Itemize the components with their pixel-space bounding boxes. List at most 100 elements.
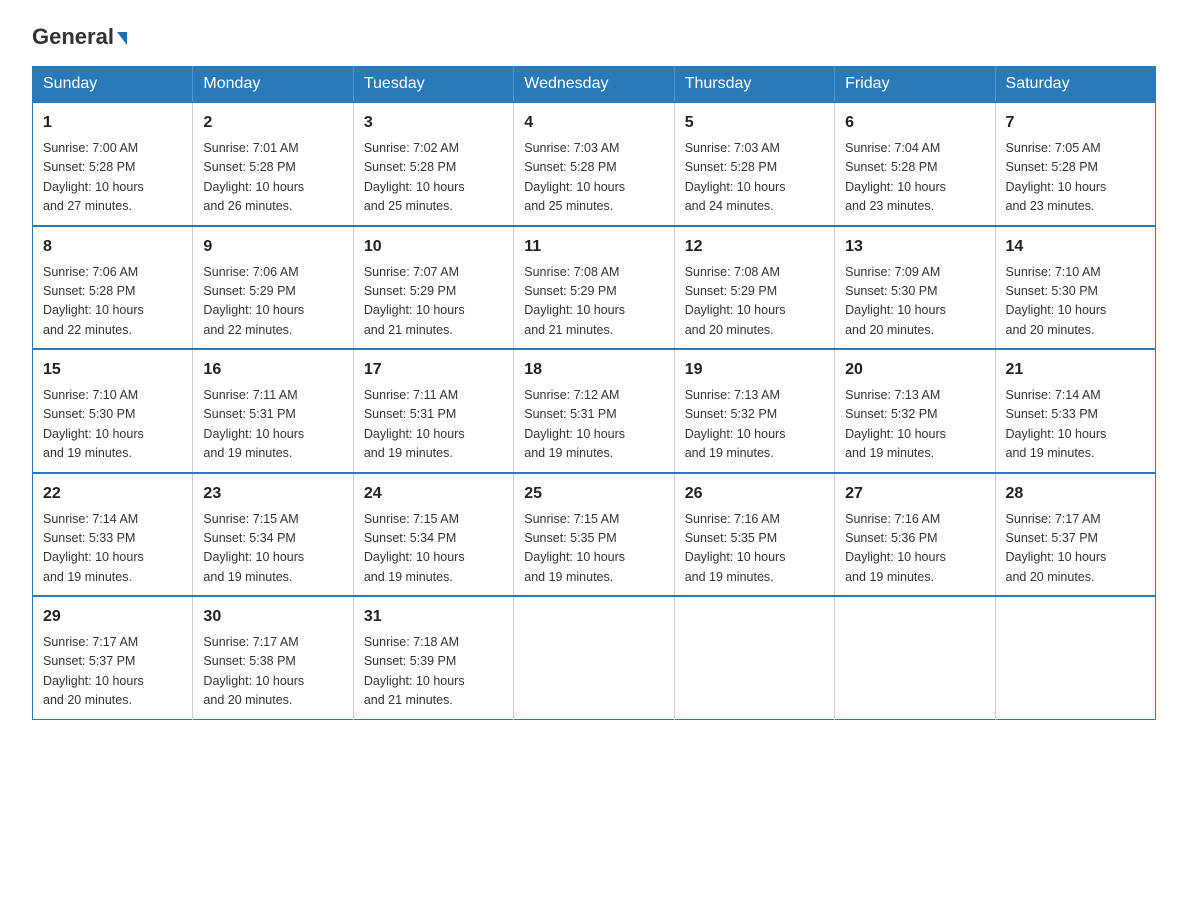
day-info: Sunrise: 7:04 AM Sunset: 5:28 PM Dayligh… — [845, 139, 984, 217]
calendar-day-cell: 12 Sunrise: 7:08 AM Sunset: 5:29 PM Dayli… — [674, 226, 834, 350]
calendar-week-row: 1Sunrise: 7:00 AM Sunset: 5:28 PM Daylig… — [33, 102, 1156, 226]
calendar-day-cell: 8 Sunrise: 7:06 AM Sunset: 5:28 PM Daylig… — [33, 226, 193, 350]
day-info: Sunrise: 7:03 AM Sunset: 5:28 PM Dayligh… — [524, 139, 663, 217]
day-info: Sunrise: 7:18 AM Sunset: 5:39 PM Dayligh… — [364, 633, 503, 711]
day-info: Sunrise: 7:06 AM Sunset: 5:29 PM Dayligh… — [203, 263, 342, 341]
day-info: Sunrise: 7:02 AM Sunset: 5:28 PM Dayligh… — [364, 139, 503, 217]
day-number: 7 — [1006, 111, 1145, 135]
day-info: Sunrise: 7:00 AM Sunset: 5:28 PM Dayligh… — [43, 139, 182, 217]
day-number: 2 — [203, 111, 342, 135]
day-number: 8 — [43, 235, 182, 259]
calendar-week-row: 22 Sunrise: 7:14 AM Sunset: 5:33 PM Dayli… — [33, 473, 1156, 597]
calendar-day-cell: 2 Sunrise: 7:01 AM Sunset: 5:28 PM Daylig… — [193, 102, 353, 226]
calendar-day-cell: 4 Sunrise: 7:03 AM Sunset: 5:28 PM Daylig… — [514, 102, 674, 226]
day-number: 11 — [524, 235, 663, 259]
day-number: 13 — [845, 235, 984, 259]
day-info: Sunrise: 7:16 AM Sunset: 5:35 PM Dayligh… — [685, 510, 824, 588]
calendar-day-cell: 30 Sunrise: 7:17 AM Sunset: 5:38 PM Dayli… — [193, 596, 353, 719]
weekday-header-tuesday: Tuesday — [353, 67, 513, 103]
day-info: Sunrise: 7:17 AM Sunset: 5:37 PM Dayligh… — [1006, 510, 1145, 588]
calendar-table: SundayMondayTuesdayWednesdayThursdayFrid… — [32, 66, 1156, 720]
calendar-header: SundayMondayTuesdayWednesdayThursdayFrid… — [33, 67, 1156, 103]
calendar-day-cell: 10Sunrise: 7:07 AM Sunset: 5:29 PM Dayli… — [353, 226, 513, 350]
calendar-day-cell: 31Sunrise: 7:18 AM Sunset: 5:39 PM Dayli… — [353, 596, 513, 719]
calendar-day-cell: 13 Sunrise: 7:09 AM Sunset: 5:30 PM Dayli… — [835, 226, 995, 350]
weekday-header-wednesday: Wednesday — [514, 67, 674, 103]
day-info: Sunrise: 7:15 AM Sunset: 5:34 PM Dayligh… — [203, 510, 342, 588]
day-number: 19 — [685, 358, 824, 382]
day-info: Sunrise: 7:13 AM Sunset: 5:32 PM Dayligh… — [685, 386, 824, 464]
day-number: 16 — [203, 358, 342, 382]
calendar-day-cell — [674, 596, 834, 719]
day-number: 14 — [1006, 235, 1145, 259]
calendar-day-cell: 16 Sunrise: 7:11 AM Sunset: 5:31 PM Dayli… — [193, 349, 353, 473]
day-info: Sunrise: 7:10 AM Sunset: 5:30 PM Dayligh… — [1006, 263, 1145, 341]
day-number: 20 — [845, 358, 984, 382]
calendar-day-cell — [995, 596, 1155, 719]
day-number: 25 — [524, 482, 663, 506]
day-info: Sunrise: 7:15 AM Sunset: 5:35 PM Dayligh… — [524, 510, 663, 588]
calendar-week-row: 8 Sunrise: 7:06 AM Sunset: 5:28 PM Daylig… — [33, 226, 1156, 350]
day-number: 24 — [364, 482, 503, 506]
calendar-day-cell: 15 Sunrise: 7:10 AM Sunset: 5:30 PM Dayli… — [33, 349, 193, 473]
day-number: 6 — [845, 111, 984, 135]
day-number: 22 — [43, 482, 182, 506]
day-number: 17 — [364, 358, 503, 382]
calendar-day-cell — [514, 596, 674, 719]
day-info: Sunrise: 7:08 AM Sunset: 5:29 PM Dayligh… — [524, 263, 663, 341]
calendar-day-cell: 19 Sunrise: 7:13 AM Sunset: 5:32 PM Dayli… — [674, 349, 834, 473]
calendar-day-cell: 22 Sunrise: 7:14 AM Sunset: 5:33 PM Dayli… — [33, 473, 193, 597]
day-info: Sunrise: 7:11 AM Sunset: 5:31 PM Dayligh… — [203, 386, 342, 464]
day-info: Sunrise: 7:09 AM Sunset: 5:30 PM Dayligh… — [845, 263, 984, 341]
weekday-header-row: SundayMondayTuesdayWednesdayThursdayFrid… — [33, 67, 1156, 103]
calendar-day-cell: 21Sunrise: 7:14 AM Sunset: 5:33 PM Dayli… — [995, 349, 1155, 473]
day-number: 15 — [43, 358, 182, 382]
calendar-day-cell: 23 Sunrise: 7:15 AM Sunset: 5:34 PM Dayli… — [193, 473, 353, 597]
day-info: Sunrise: 7:11 AM Sunset: 5:31 PM Dayligh… — [364, 386, 503, 464]
day-number: 18 — [524, 358, 663, 382]
day-number: 23 — [203, 482, 342, 506]
calendar-day-cell: 25 Sunrise: 7:15 AM Sunset: 5:35 PM Dayli… — [514, 473, 674, 597]
weekday-header-saturday: Saturday — [995, 67, 1155, 103]
day-info: Sunrise: 7:17 AM Sunset: 5:37 PM Dayligh… — [43, 633, 182, 711]
day-number: 12 — [685, 235, 824, 259]
calendar-day-cell: 6 Sunrise: 7:04 AM Sunset: 5:28 PM Daylig… — [835, 102, 995, 226]
calendar-day-cell: 1Sunrise: 7:00 AM Sunset: 5:28 PM Daylig… — [33, 102, 193, 226]
weekday-header-friday: Friday — [835, 67, 995, 103]
day-info: Sunrise: 7:17 AM Sunset: 5:38 PM Dayligh… — [203, 633, 342, 711]
weekday-header-monday: Monday — [193, 67, 353, 103]
day-number: 29 — [43, 605, 182, 629]
day-number: 26 — [685, 482, 824, 506]
calendar-day-cell: 3Sunrise: 7:02 AM Sunset: 5:28 PM Daylig… — [353, 102, 513, 226]
calendar-week-row: 15 Sunrise: 7:10 AM Sunset: 5:30 PM Dayli… — [33, 349, 1156, 473]
calendar-day-cell: 24 Sunrise: 7:15 AM Sunset: 5:34 PM Dayli… — [353, 473, 513, 597]
logo-line1: General — [32, 24, 127, 50]
day-info: Sunrise: 7:07 AM Sunset: 5:29 PM Dayligh… — [364, 263, 503, 341]
day-info: Sunrise: 7:05 AM Sunset: 5:28 PM Dayligh… — [1006, 139, 1145, 217]
day-number: 28 — [1006, 482, 1145, 506]
day-number: 4 — [524, 111, 663, 135]
calendar-day-cell: 5Sunrise: 7:03 AM Sunset: 5:28 PM Daylig… — [674, 102, 834, 226]
calendar-day-cell: 26 Sunrise: 7:16 AM Sunset: 5:35 PM Dayli… — [674, 473, 834, 597]
calendar-day-cell — [835, 596, 995, 719]
day-info: Sunrise: 7:13 AM Sunset: 5:32 PM Dayligh… — [845, 386, 984, 464]
calendar-week-row: 29 Sunrise: 7:17 AM Sunset: 5:37 PM Dayli… — [33, 596, 1156, 719]
day-info: Sunrise: 7:03 AM Sunset: 5:28 PM Dayligh… — [685, 139, 824, 217]
day-info: Sunrise: 7:06 AM Sunset: 5:28 PM Dayligh… — [43, 263, 182, 341]
day-info: Sunrise: 7:16 AM Sunset: 5:36 PM Dayligh… — [845, 510, 984, 588]
day-info: Sunrise: 7:08 AM Sunset: 5:29 PM Dayligh… — [685, 263, 824, 341]
calendar-day-cell: 7 Sunrise: 7:05 AM Sunset: 5:28 PM Daylig… — [995, 102, 1155, 226]
calendar-day-cell: 27 Sunrise: 7:16 AM Sunset: 5:36 PM Dayli… — [835, 473, 995, 597]
calendar-day-cell: 11 Sunrise: 7:08 AM Sunset: 5:29 PM Dayli… — [514, 226, 674, 350]
day-info: Sunrise: 7:14 AM Sunset: 5:33 PM Dayligh… — [43, 510, 182, 588]
weekday-header-thursday: Thursday — [674, 67, 834, 103]
calendar-day-cell: 9Sunrise: 7:06 AM Sunset: 5:29 PM Daylig… — [193, 226, 353, 350]
day-number: 30 — [203, 605, 342, 629]
day-number: 27 — [845, 482, 984, 506]
day-info: Sunrise: 7:01 AM Sunset: 5:28 PM Dayligh… — [203, 139, 342, 217]
calendar-day-cell: 17 Sunrise: 7:11 AM Sunset: 5:31 PM Dayli… — [353, 349, 513, 473]
day-info: Sunrise: 7:15 AM Sunset: 5:34 PM Dayligh… — [364, 510, 503, 588]
day-info: Sunrise: 7:10 AM Sunset: 5:30 PM Dayligh… — [43, 386, 182, 464]
weekday-header-sunday: Sunday — [33, 67, 193, 103]
calendar-day-cell: 14 Sunrise: 7:10 AM Sunset: 5:30 PM Dayli… — [995, 226, 1155, 350]
